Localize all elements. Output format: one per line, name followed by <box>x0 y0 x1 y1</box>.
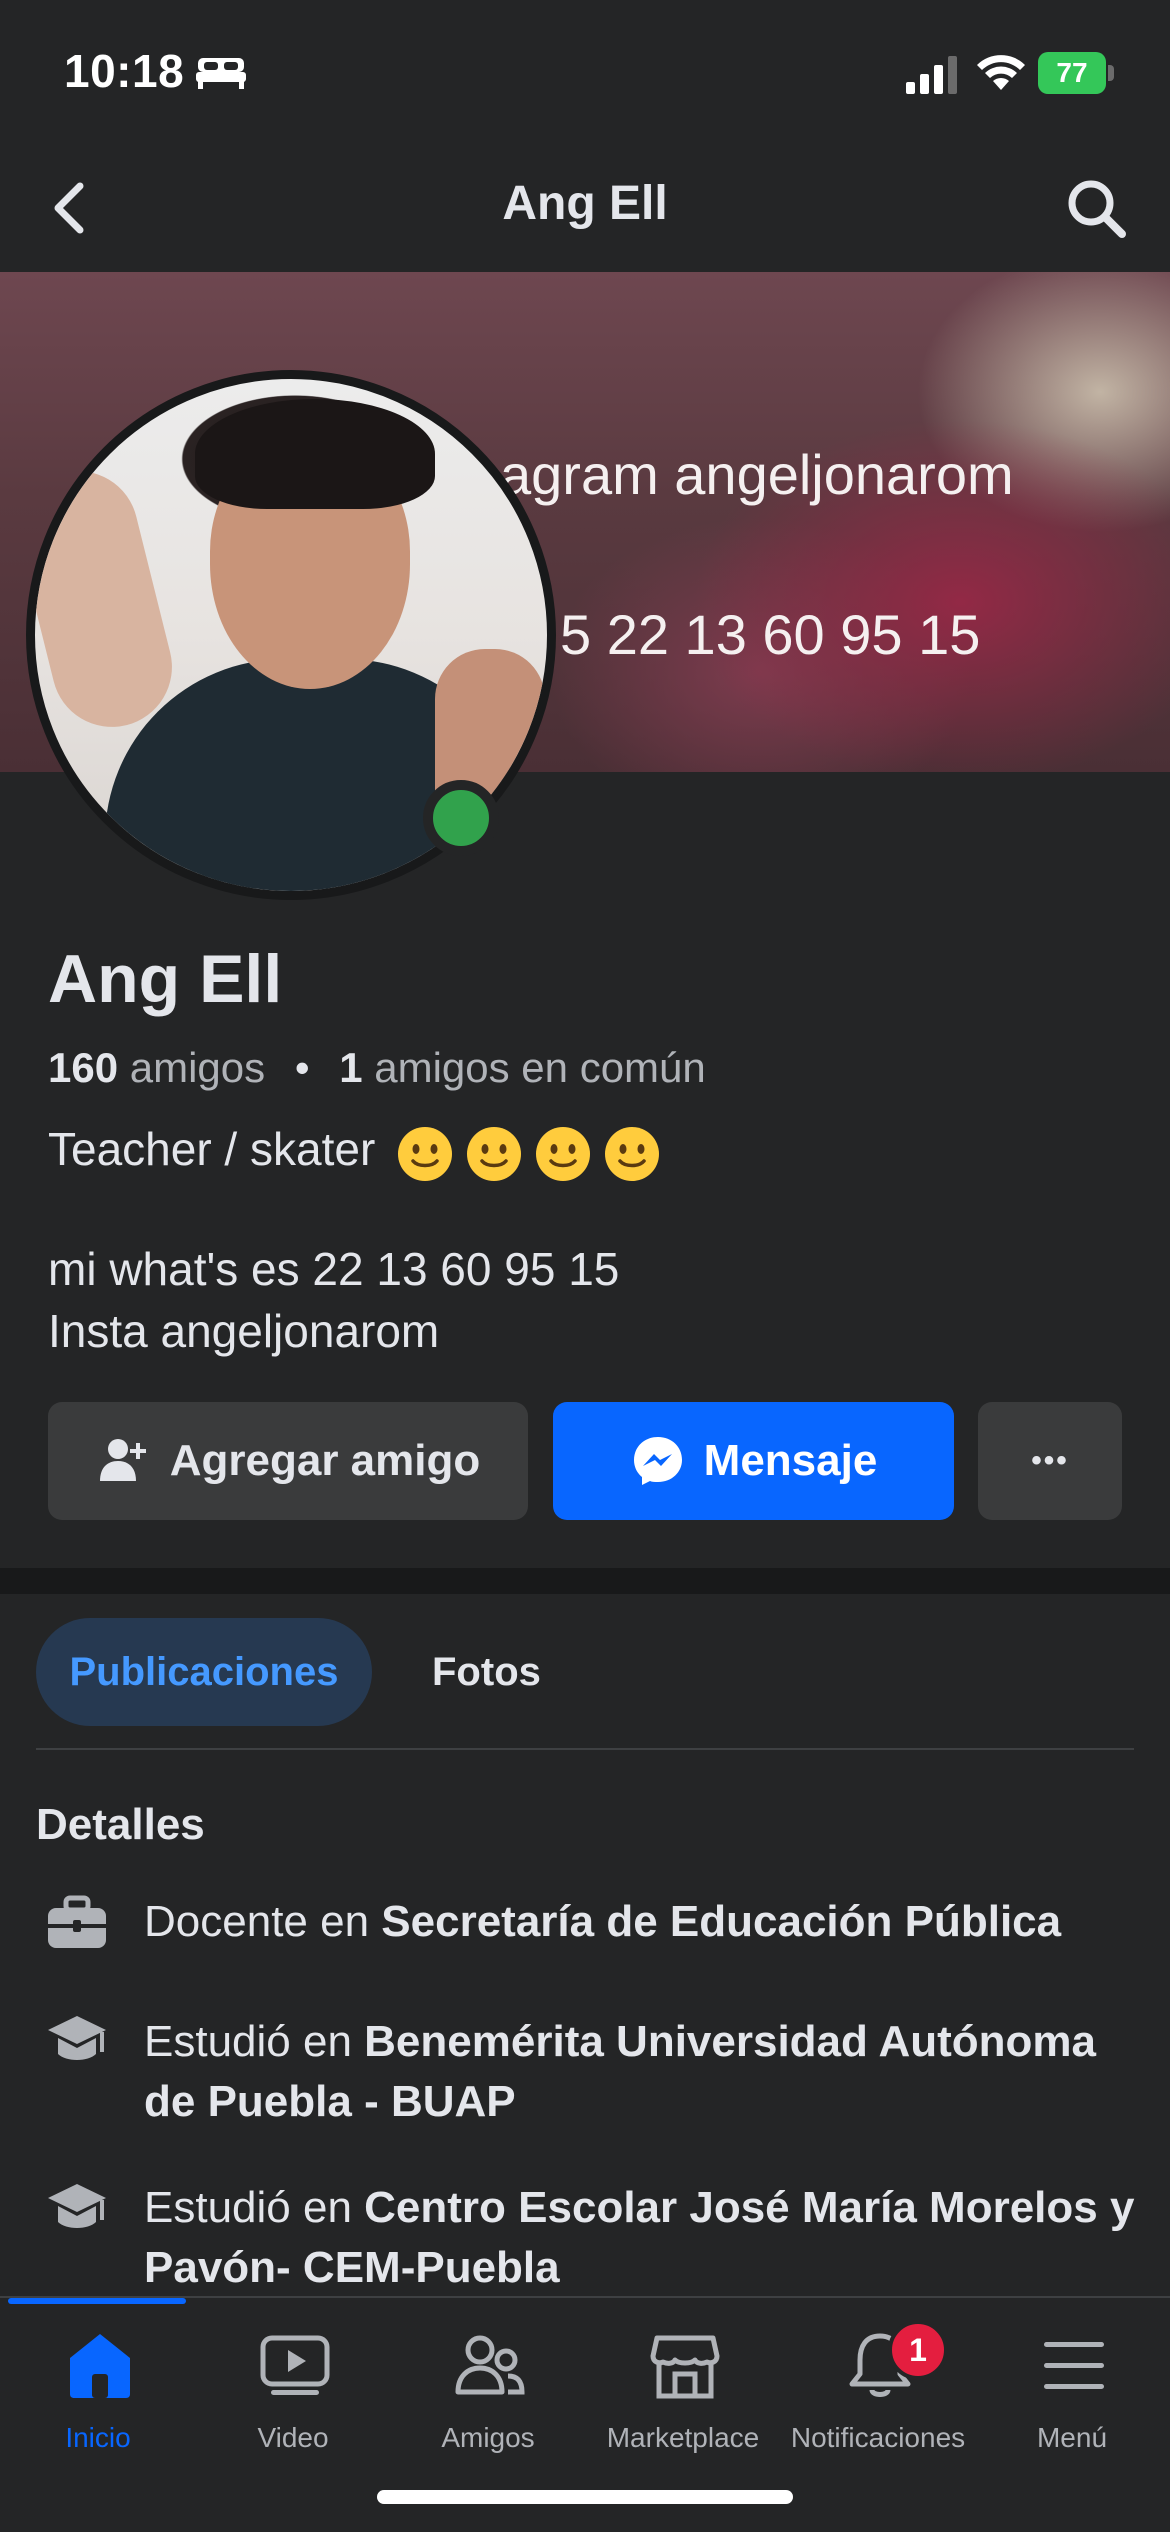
graduation-cap-icon <box>48 2016 106 2060</box>
avatar-photo-hair <box>195 399 435 509</box>
friends-count: 160 <box>48 1044 119 1091</box>
message-label: Mensaje <box>703 1436 878 1485</box>
slightly-smiling-face-emoji <box>536 1126 591 1181</box>
menu-icon <box>1044 2342 1104 2389</box>
add-friend-button[interactable]: Agregar amigo <box>48 1402 528 1520</box>
home-indicator <box>377 2490 793 2504</box>
bio-line: Insta angeljonarom <box>48 1305 440 1357</box>
detail-education: Estudió en Benemérita Universidad Autóno… <box>144 2012 1144 2132</box>
battery-charging-icon: 77 <box>1038 52 1114 94</box>
briefcase-icon <box>48 1895 106 1948</box>
separator-dot: • <box>294 1044 310 1091</box>
friends-summary[interactable]: 160 amigos • 1 amigos en común <box>48 1044 706 1092</box>
messenger-icon <box>633 1437 682 1485</box>
detail-prefix: Estudió en <box>144 2017 365 2066</box>
search-icon[interactable] <box>1064 176 1128 240</box>
slightly-smiling-face-emoji <box>398 1126 453 1181</box>
detail-work: Docente en Secretaría de Educación Públi… <box>144 1892 1144 1952</box>
nav-marketplace[interactable]: Marketplace <box>585 2330 781 2470</box>
tab-publicaciones[interactable]: Publicaciones <box>36 1618 372 1726</box>
emoji-row <box>396 1123 672 1183</box>
wifi-icon <box>977 55 1025 90</box>
section-divider <box>0 1568 1170 1594</box>
detail-employer[interactable]: Secretaría de Educación Pública <box>381 1897 1061 1946</box>
status-time: 10:18 <box>64 45 185 97</box>
cover-text-phone: 5 22 13 60 95 15 <box>560 603 981 666</box>
slightly-smiling-face-emoji <box>605 1126 660 1181</box>
profile-name: Ang Ell <box>48 941 283 1017</box>
online-status-indicator <box>423 780 499 856</box>
marketplace-icon <box>650 2335 720 2399</box>
graduation-cap-icon <box>48 2184 106 2228</box>
add-friend-icon <box>99 1439 146 1481</box>
battery-level: 77 <box>1038 52 1106 94</box>
detail-prefix: Estudió en <box>144 2183 365 2232</box>
details-heading: Detalles <box>36 1800 205 1849</box>
bio-line: Teacher / skater <box>48 1122 672 1183</box>
detail-education: Estudió en Centro Escolar José María Mor… <box>144 2178 1144 2298</box>
notification-badge: 1 <box>888 2320 948 2380</box>
bed-icon <box>196 58 246 89</box>
page-title: Ang Ell <box>502 177 668 230</box>
mutual-friends-count: 1 <box>339 1044 363 1091</box>
top-nav: Ang Ell <box>0 140 1170 272</box>
nav-menu[interactable]: Menú <box>974 2330 1170 2470</box>
friends-icon <box>455 2335 525 2395</box>
add-friend-label: Agregar amigo <box>169 1436 481 1485</box>
nav-inicio[interactable]: Inicio <box>0 2330 196 2470</box>
avatar-photo-arm <box>35 458 185 740</box>
tab-fotos[interactable]: Fotos <box>432 1618 541 1726</box>
video-icon <box>260 2335 330 2395</box>
nav-amigos[interactable]: Amigos <box>390 2330 586 2470</box>
home-icon <box>70 2334 130 2398</box>
friends-label: amigos <box>129 1044 266 1091</box>
more-options-icon: ••• <box>1031 1444 1069 1477</box>
message-button[interactable]: Mensaje <box>553 1402 954 1520</box>
bio-text: Teacher / skater <box>48 1123 376 1175</box>
tabs-divider <box>36 1748 1134 1750</box>
mutual-friends-label: amigos en común <box>374 1044 706 1091</box>
status-bar: 10:18 77 <box>0 0 1170 140</box>
nav-video[interactable]: Video <box>195 2330 391 2470</box>
cover-text-instagram: agram angeljonarom <box>500 443 1014 506</box>
signal-icon <box>906 56 957 94</box>
nav-notificaciones[interactable]: 1 Notificaciones <box>780 2320 976 2470</box>
slightly-smiling-face-emoji <box>467 1126 522 1181</box>
nav-label: Menú <box>1036 2422 1108 2453</box>
active-tab-indicator <box>8 2298 186 2304</box>
more-options-button[interactable]: ••• <box>978 1402 1122 1520</box>
bio-line: mi what's es 22 13 60 95 15 <box>48 1243 620 1295</box>
detail-prefix: Docente en <box>144 1897 382 1946</box>
profile-page: 10:18 77 Ang Ell agram angeljonarom 5 22… <box>0 0 1170 2532</box>
